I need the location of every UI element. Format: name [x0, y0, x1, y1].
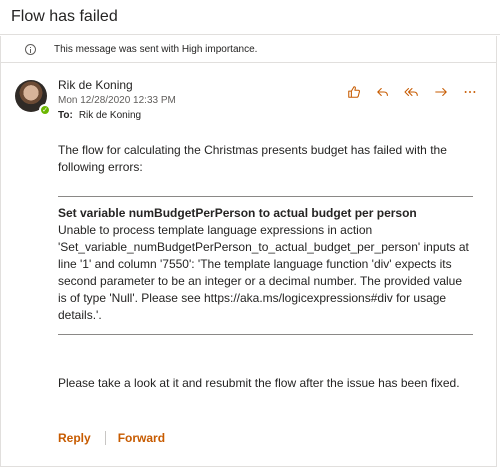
reply-icon — [377, 87, 388, 97]
info-icon — [25, 43, 36, 55]
body-closing: Please take a look at it and resubmit th… — [58, 376, 460, 390]
importance-bar: This message was sent with High importan… — [1, 36, 496, 63]
recipient-name[interactable]: Rik de Koning — [79, 110, 141, 121]
sent-date: Mon 12/28/2020 12:33 PM — [58, 95, 176, 106]
reply-all-icon — [404, 87, 418, 97]
presence-available-icon: ✓ — [39, 104, 51, 116]
to-label: To: — [58, 110, 73, 121]
error-block: Set variable numBudgetPerPerson to actua… — [58, 197, 473, 334]
error-detail: Unable to process template language expr… — [58, 223, 469, 322]
message-actions — [337, 82, 482, 102]
reading-pane: This message was sent with High importan… — [0, 36, 497, 467]
avatar[interactable]: ✓ — [15, 80, 51, 116]
importance-notice: This message was sent with High importan… — [54, 43, 258, 55]
forward-link[interactable]: Forward — [118, 431, 165, 445]
reply-all-button[interactable] — [400, 82, 424, 102]
divider — [58, 334, 473, 335]
message-header: ✓ Rik de Koning Mon 12/28/2020 12:33 PM … — [1, 76, 496, 136]
divider — [104, 431, 106, 445]
more-icon — [464, 91, 476, 93]
reply-link[interactable]: Reply — [58, 431, 91, 445]
body-intro: The flow for calculating the Christmas p… — [58, 143, 447, 174]
sender-name[interactable]: Rik de Koning — [58, 78, 133, 92]
like-icon — [348, 86, 360, 98]
recipient-line: To: Rik de Koning — [58, 110, 141, 121]
forward-icon — [435, 87, 447, 97]
forward-button[interactable] — [429, 82, 453, 102]
more-actions-button[interactable] — [458, 82, 482, 102]
message-footer: Reply Forward — [58, 431, 165, 445]
subject-bar: Flow has failed — [0, 0, 500, 35]
message-subject: Flow has failed — [11, 8, 118, 25]
message-body: The flow for calculating the Christmas p… — [58, 142, 473, 392]
like-button[interactable] — [342, 82, 366, 102]
error-title: Set variable numBudgetPerPerson to actua… — [58, 206, 417, 220]
reply-button[interactable] — [371, 82, 395, 102]
